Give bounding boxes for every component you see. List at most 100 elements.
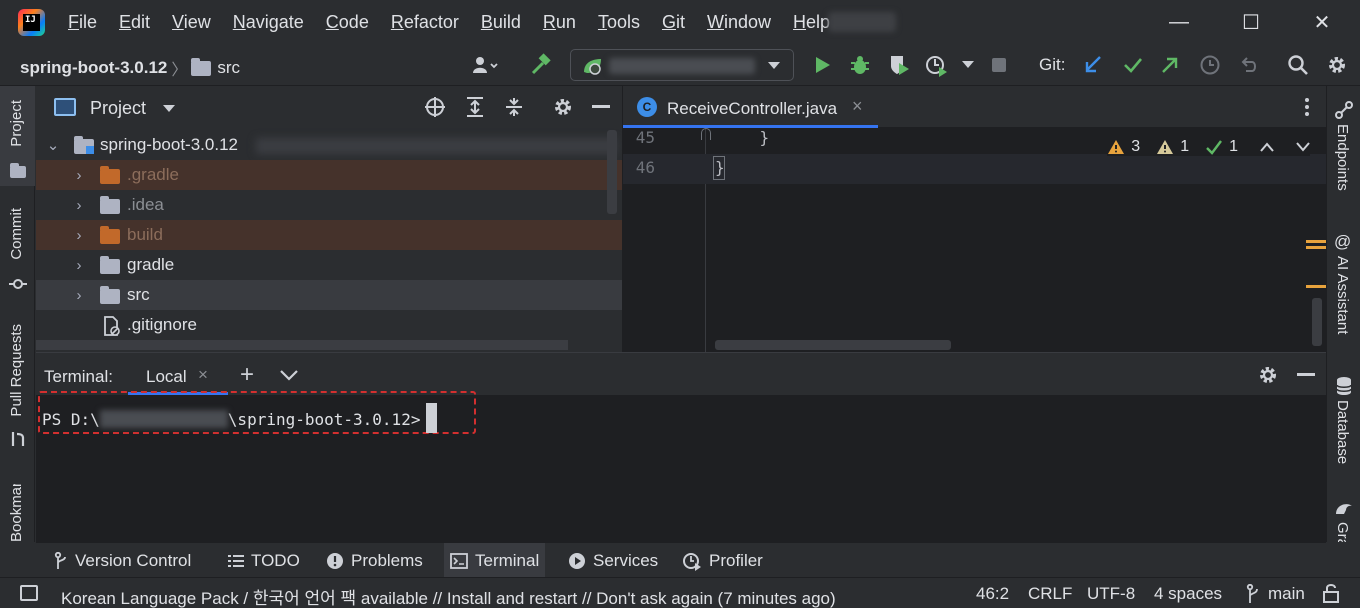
bottom-tab-version-control[interactable]: Version Control bbox=[48, 543, 197, 578]
breadcrumb-src[interactable]: src bbox=[217, 58, 240, 78]
settings-gear-icon[interactable] bbox=[552, 96, 574, 118]
file-encoding[interactable]: UTF-8 bbox=[1087, 584, 1135, 604]
menu-git[interactable]: Git bbox=[662, 12, 685, 33]
settings-gear-icon[interactable] bbox=[1257, 364, 1279, 386]
lock-icon[interactable] bbox=[1322, 583, 1340, 603]
tool-tab-endpoints[interactable]: Endpoints bbox=[1334, 124, 1351, 191]
tool-tab-database[interactable]: Database bbox=[1334, 400, 1351, 464]
editor-tab-receive-controller[interactable]: C ReceiveController.java × bbox=[623, 86, 878, 128]
settings-gear-icon[interactable] bbox=[1324, 52, 1350, 78]
terminal-prompt[interactable]: PS D:\ \spring-boot-3.0.12> bbox=[42, 403, 438, 433]
close-window-button[interactable]: ✕ bbox=[1307, 8, 1337, 36]
search-icon[interactable] bbox=[1285, 52, 1311, 78]
fold-icon[interactable] bbox=[701, 128, 711, 140]
git-push-icon[interactable] bbox=[1157, 52, 1183, 78]
close-tab-icon[interactable]: × bbox=[198, 365, 208, 385]
chevron-down-icon[interactable]: ⌄ bbox=[46, 136, 60, 154]
indent-setting[interactable]: 4 spaces bbox=[1154, 584, 1222, 604]
warning-stripe-marker[interactable] bbox=[1306, 240, 1326, 243]
menu-help[interactable]: Help bbox=[793, 12, 830, 33]
maximize-button[interactable]: ☐ bbox=[1236, 8, 1266, 36]
minimize-button[interactable]: — bbox=[1164, 8, 1194, 36]
status-message[interactable]: Korean Language Pack / 한국어 언어 팩 availabl… bbox=[61, 584, 836, 608]
run-configuration-select[interactable] bbox=[570, 49, 794, 81]
line-separator[interactable]: CRLF bbox=[1028, 584, 1072, 604]
expand-all-icon[interactable] bbox=[464, 96, 486, 118]
menu-navigate[interactable]: Navigate bbox=[233, 12, 304, 33]
chevron-right-icon[interactable]: › bbox=[72, 197, 86, 214]
tree-root[interactable]: ⌄ spring-boot-3.0.12 bbox=[36, 130, 622, 160]
profiler-icon[interactable] bbox=[924, 52, 950, 78]
chevron-right-icon[interactable]: › bbox=[72, 227, 86, 244]
tool-tab-pull-requests[interactable]: Pull Requests bbox=[8, 324, 25, 417]
terminal-tab-local[interactable]: Local × bbox=[128, 353, 228, 395]
chevron-down-icon[interactable] bbox=[162, 104, 176, 114]
bottom-tab-problems[interactable]: Problems bbox=[320, 543, 429, 578]
chevron-right-icon[interactable]: › bbox=[72, 257, 86, 274]
horizontal-scrollbar[interactable] bbox=[36, 340, 568, 350]
tree-item-gradle[interactable]: › gradle bbox=[36, 250, 622, 280]
user-account-icon[interactable] bbox=[472, 52, 498, 78]
menu-tools[interactable]: Tools bbox=[598, 12, 640, 33]
hide-panel-icon[interactable] bbox=[1297, 373, 1315, 376]
vertical-scrollbar[interactable] bbox=[607, 130, 617, 214]
locate-file-icon[interactable] bbox=[424, 96, 446, 118]
chevron-right-icon[interactable]: › bbox=[72, 167, 86, 184]
git-rollback-icon[interactable] bbox=[1236, 52, 1262, 78]
vertical-scrollbar[interactable] bbox=[1312, 298, 1322, 346]
code-line-current[interactable]: 46 } bbox=[623, 154, 1326, 184]
breadcrumb-project[interactable]: spring-boot-3.0.12 bbox=[20, 58, 167, 78]
folder-icon bbox=[100, 196, 120, 218]
more-tabs-icon[interactable] bbox=[1305, 98, 1309, 116]
toggle-tool-windows-icon[interactable] bbox=[20, 585, 38, 601]
tool-tab-gradle[interactable]: Gradle bbox=[1334, 522, 1351, 542]
git-commit-icon[interactable] bbox=[1120, 52, 1146, 78]
menu-code[interactable]: Code bbox=[326, 12, 369, 33]
tool-tab-bookmarks[interactable]: Bookmarks bbox=[8, 484, 25, 542]
build-hammer-icon[interactable] bbox=[528, 52, 554, 78]
run-icon[interactable] bbox=[809, 52, 835, 78]
menu-run[interactable]: Run bbox=[543, 12, 576, 33]
bottom-tab-todo[interactable]: TODO bbox=[222, 543, 306, 578]
caret-position[interactable]: 46:2 bbox=[976, 584, 1009, 604]
tool-tab-ai-assistant[interactable]: AI Assistant bbox=[1334, 256, 1351, 334]
tree-item-gradle-cache[interactable]: › .gradle bbox=[36, 160, 622, 190]
chevron-up-icon[interactable] bbox=[1260, 142, 1274, 152]
tree-item-gitignore[interactable]: .gitignore bbox=[36, 310, 622, 340]
debug-icon[interactable] bbox=[847, 52, 873, 78]
horizontal-scrollbar[interactable] bbox=[715, 340, 951, 350]
bottom-tab-terminal[interactable]: Terminal bbox=[444, 543, 546, 578]
menu-build[interactable]: Build bbox=[481, 12, 521, 33]
warning-stripe-marker[interactable] bbox=[1306, 285, 1326, 288]
tree-item-build[interactable]: › build bbox=[36, 220, 622, 250]
coverage-icon[interactable] bbox=[886, 52, 912, 78]
git-branch[interactable]: main bbox=[1268, 584, 1305, 604]
git-update-icon[interactable] bbox=[1080, 52, 1106, 78]
warning-stripe-marker[interactable] bbox=[1306, 246, 1326, 249]
intellij-logo-icon[interactable]: IJ bbox=[18, 9, 45, 36]
menu-view[interactable]: View bbox=[172, 12, 211, 33]
menu-refactor[interactable]: Refactor bbox=[391, 12, 459, 33]
tree-item-src[interactable]: › src bbox=[36, 280, 622, 310]
menu-window[interactable]: Window bbox=[707, 12, 771, 33]
stop-icon[interactable] bbox=[986, 52, 1012, 78]
menu-file[interactable]: File bbox=[68, 12, 97, 33]
new-tab-button[interactable]: + bbox=[240, 361, 254, 389]
project-title[interactable]: Project bbox=[90, 98, 146, 119]
tool-tab-commit[interactable]: Commit bbox=[8, 208, 25, 260]
menu-edit[interactable]: Edit bbox=[119, 12, 150, 33]
problems-icon bbox=[327, 552, 343, 569]
close-tab-icon[interactable]: × bbox=[852, 96, 863, 117]
collapse-all-icon[interactable] bbox=[503, 96, 525, 118]
tree-item-idea[interactable]: › .idea bbox=[36, 190, 622, 220]
hide-panel-icon[interactable] bbox=[592, 105, 610, 108]
more-run-options-icon[interactable] bbox=[955, 52, 981, 78]
tool-tab-project[interactable]: Project bbox=[8, 100, 25, 147]
inspection-widget[interactable]: 3 1 1 bbox=[1107, 138, 1310, 156]
git-history-icon[interactable] bbox=[1197, 52, 1223, 78]
chevron-down-icon[interactable] bbox=[280, 370, 298, 381]
bottom-tab-services[interactable]: Services bbox=[562, 543, 664, 578]
chevron-down-icon[interactable] bbox=[1296, 142, 1310, 152]
chevron-right-icon[interactable]: › bbox=[72, 287, 86, 304]
bottom-tab-profiler[interactable]: Profiler bbox=[676, 543, 769, 578]
